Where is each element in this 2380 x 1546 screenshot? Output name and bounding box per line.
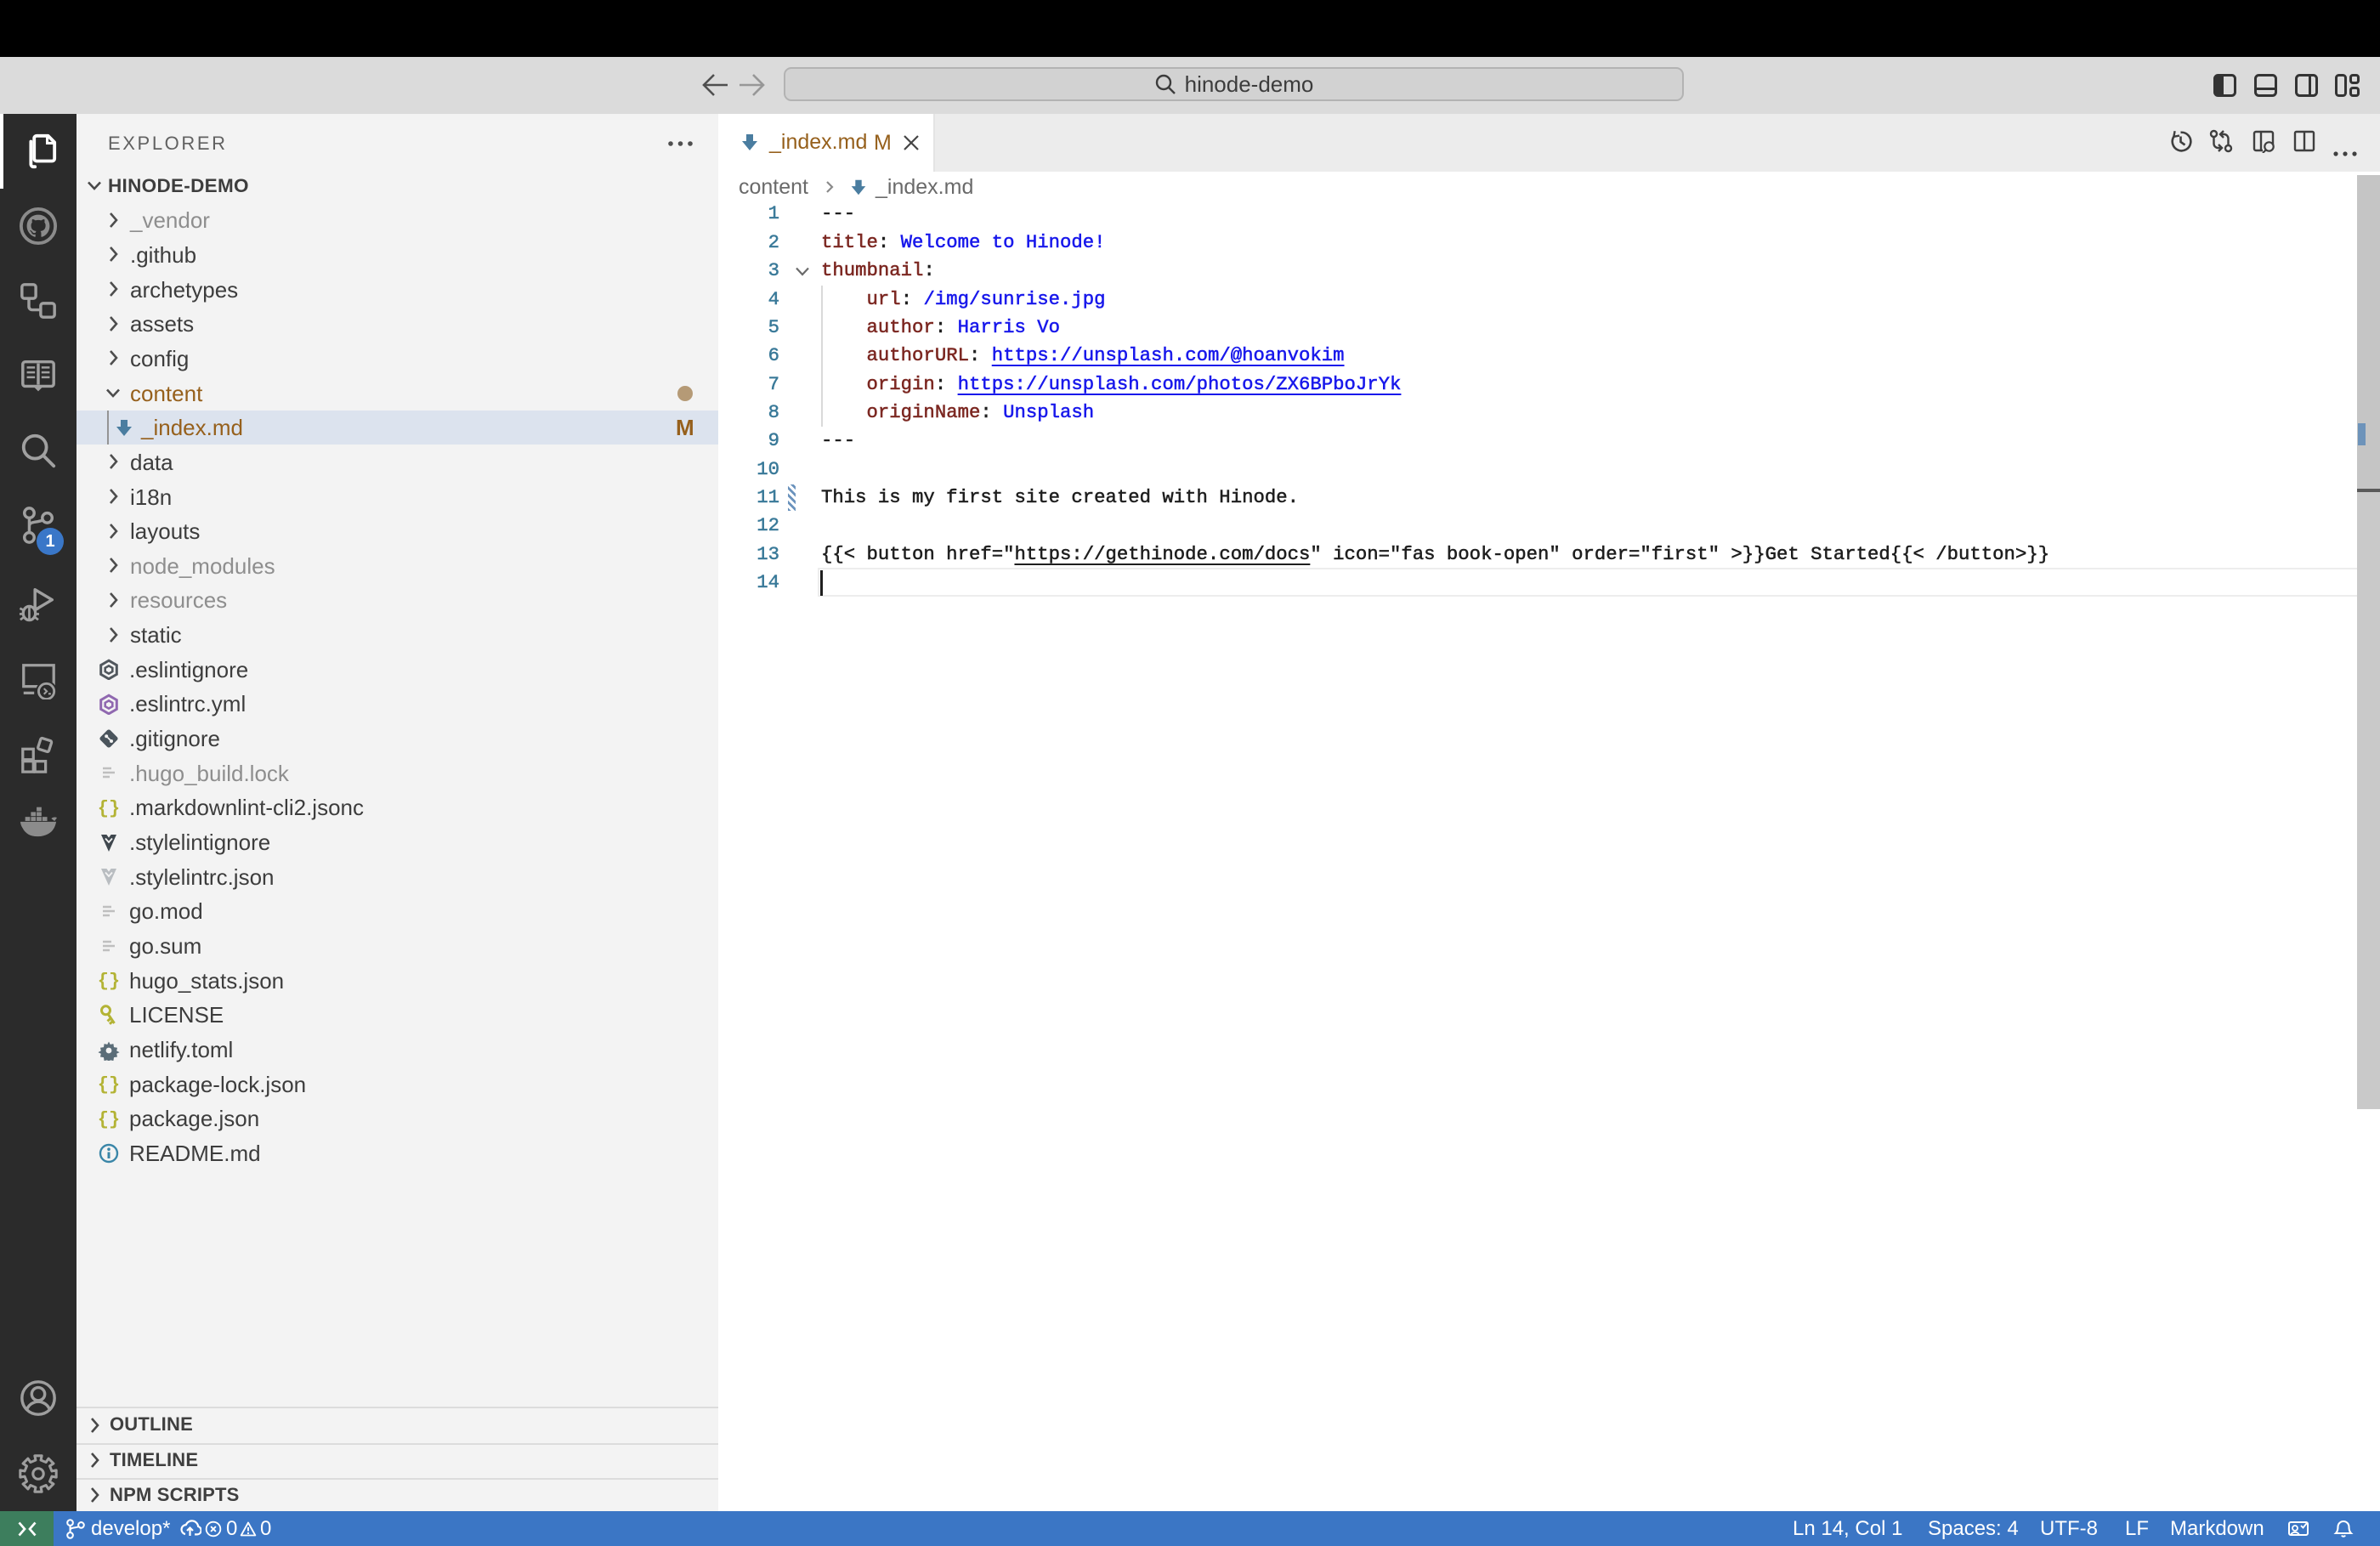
svg-text:{}: {} xyxy=(98,798,120,818)
svg-text:{}: {} xyxy=(98,1109,120,1130)
svg-text:{}: {} xyxy=(98,971,120,991)
svg-text:{}: {} xyxy=(98,1074,120,1095)
